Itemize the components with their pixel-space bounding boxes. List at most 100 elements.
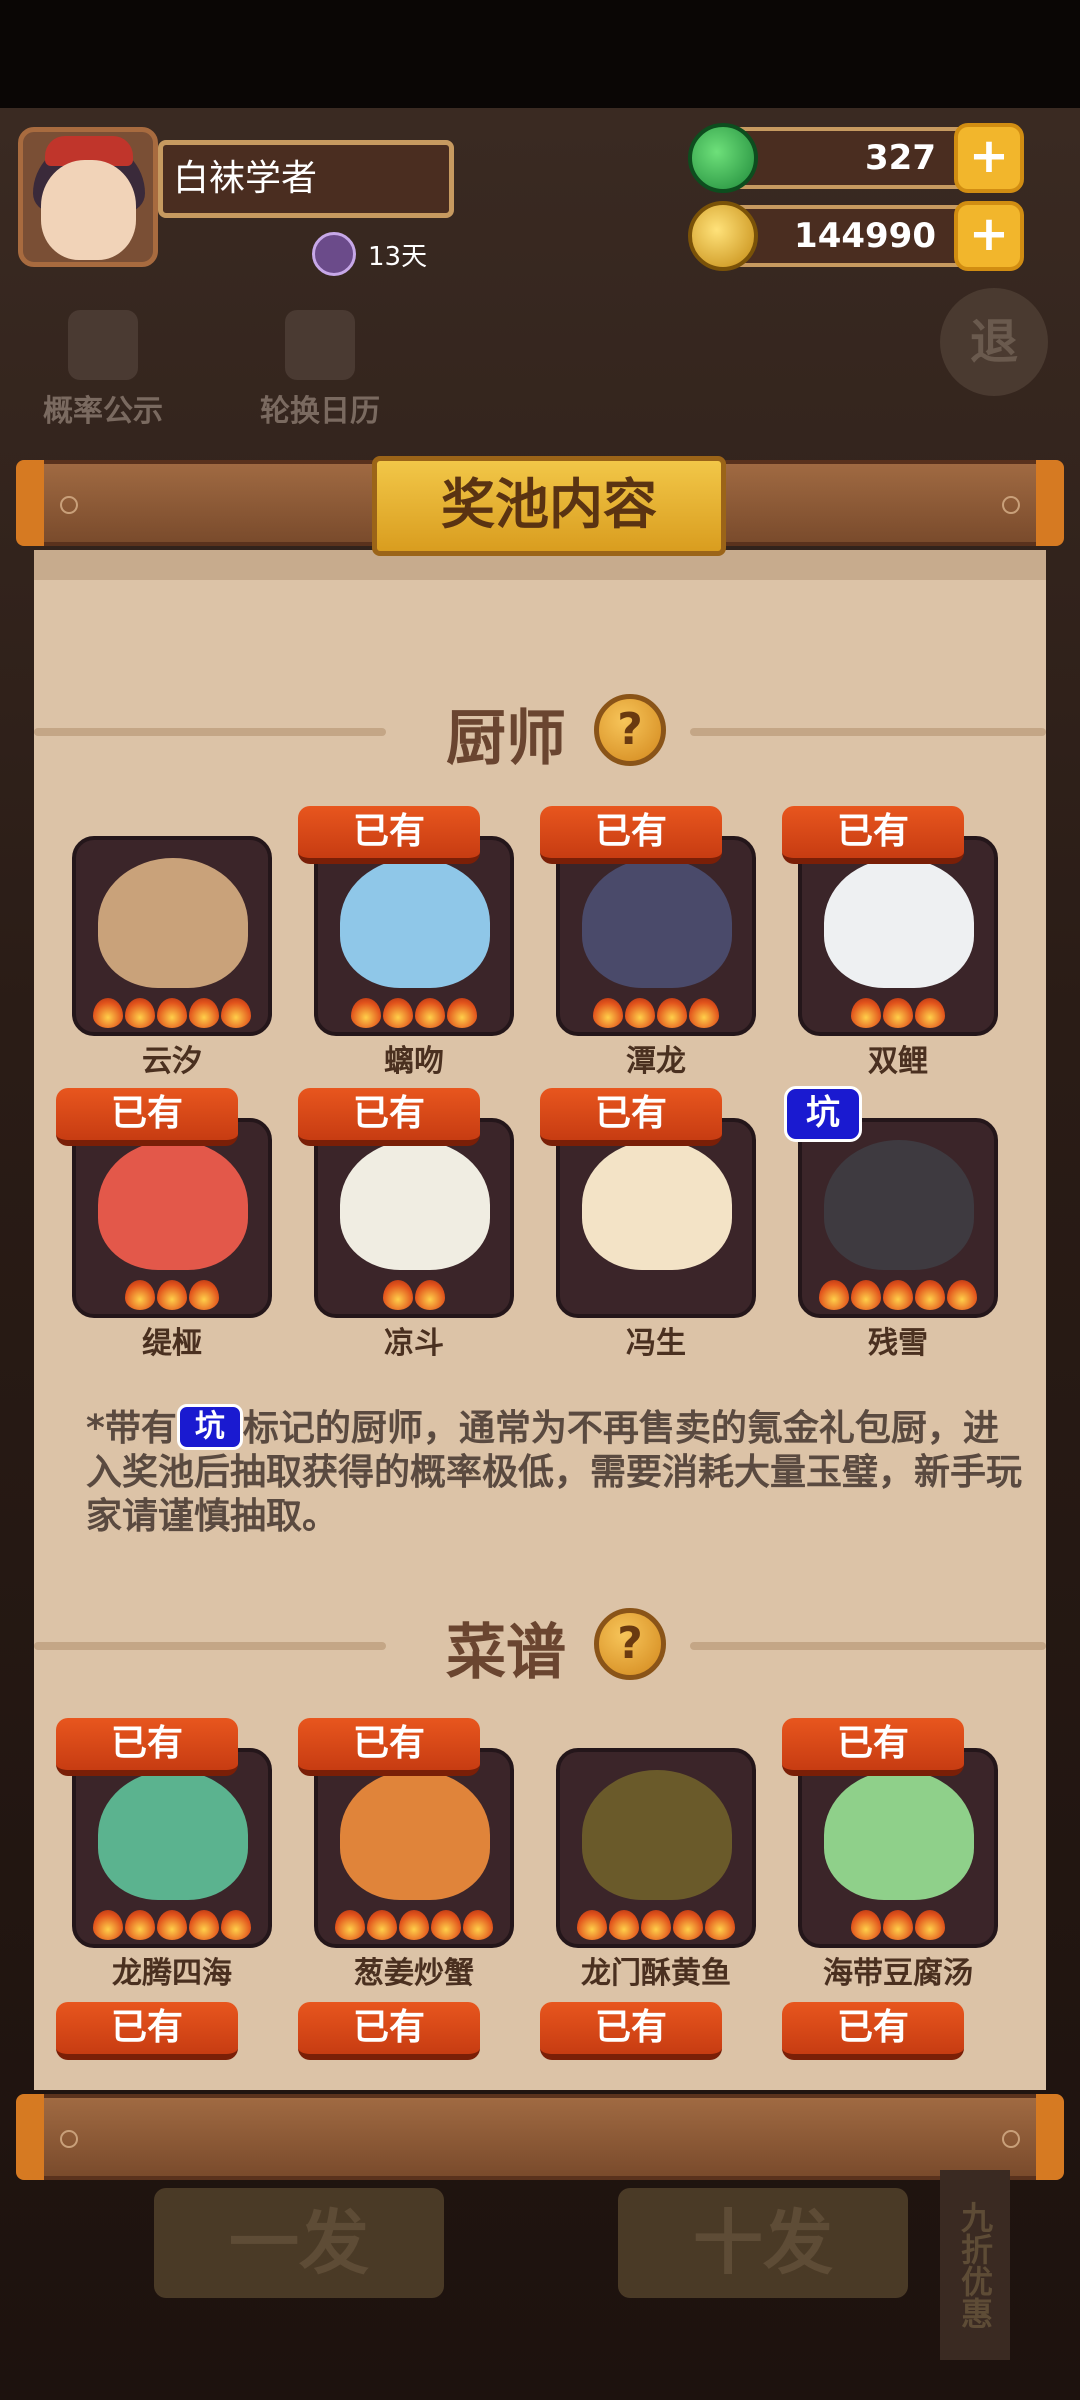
player-name[interactable]: 白袜学者 [158,140,454,218]
gold-coin-icon [688,201,758,271]
recipe-card[interactable] [556,1748,756,1948]
chef-card[interactable] [72,836,272,1036]
flame-icon [189,998,219,1028]
rarity-flames [560,998,752,1028]
recipes-help-button[interactable]: ? [594,1608,666,1680]
rarity-flames [76,998,268,1028]
flame-icon [463,1910,493,1940]
flame-icon [447,998,477,1028]
divider-line [34,1642,386,1650]
flame-icon [125,1280,155,1310]
chef-name: 缇桠 [142,1326,202,1361]
flame-icon [625,998,655,1028]
recipe-card[interactable] [72,1748,272,1948]
recipe-art [824,1770,974,1900]
chef-card[interactable] [314,836,514,1036]
plank-rivet [1002,2130,1020,2148]
chefs-help-button[interactable]: ? [594,694,666,766]
flame-icon [915,1280,945,1310]
plank-rivet [60,2130,78,2148]
single-draw-button: 一发 [154,2188,444,2298]
chefs-section-header: 厨师 ? [34,690,1046,774]
gold-value: 144990 [794,216,936,256]
owned-badge: 已有 [56,1718,238,1776]
add-jade-button[interactable]: + [954,123,1024,193]
chef-card[interactable] [314,1118,514,1318]
flame-icon [851,1910,881,1940]
player-avatar[interactable] [18,127,158,267]
flame-icon [93,1910,123,1940]
divider-line [690,1642,1046,1650]
chef-art [824,1140,974,1270]
recipe-name: 龙门酥黄鱼 [581,1956,731,1991]
probability-menu: 概率公示 [28,310,178,430]
chef-name: 凉斗 [384,1326,444,1361]
plank-rivet [60,496,78,514]
divider-line [690,728,1046,736]
chef-name: 残雪 [868,1326,928,1361]
chef-name: 螭吻 [384,1044,444,1079]
flame-icon [189,1280,219,1310]
status-bar-area [0,0,1080,110]
ten-draw-button: 十发 [618,2188,908,2298]
flame-icon [641,1910,671,1940]
plank-cap-right [1036,2094,1064,2180]
owned-badge: 已有 [298,2002,480,2060]
flame-icon [673,1910,703,1940]
note-prefix: *带有 [86,1408,177,1449]
exit-button: 退 [940,288,1048,396]
flame-icon [383,1280,413,1310]
owned-badge: 已有 [56,1088,238,1146]
flame-icon [125,998,155,1028]
rarity-flames [802,1280,994,1310]
chef-name: 双鲤 [868,1044,928,1079]
chef-card[interactable] [72,1118,272,1318]
add-gold-button[interactable]: + [954,201,1024,271]
chef-card[interactable] [798,836,998,1036]
divider-line [34,728,386,736]
chef-name: 云汐 [142,1044,202,1079]
pool-content-panel[interactable]: 厨师 ? 云汐 螭吻 已有 潭龙 已有 双鲤 已有 缇桠 已有 凉斗 已有 冯生 已有 残雪坑 *带有坑标… [34,550,1046,2090]
probability-label: 概率公示 [43,394,163,429]
flame-icon [883,998,913,1028]
owned-badge: 已有 [298,806,480,864]
flame-icon [657,998,687,1028]
flame-icon [851,1280,881,1310]
flame-icon [157,1280,187,1310]
jade-counter: 327 + [688,123,1024,193]
flame-icon [577,1910,607,1940]
recipe-name: 龙腾四海 [112,1956,232,1991]
recipe-name: 葱姜炒蟹 [354,1956,474,1991]
gold-counter: 144990 + [688,201,1024,271]
rarity-flames [318,998,510,1028]
plank-cap-left [16,460,44,546]
flame-icon [221,998,251,1028]
avatar-face [41,160,136,260]
flame-icon [415,998,445,1028]
owned-badge: 已有 [782,806,964,864]
recipe-card[interactable] [314,1748,514,1948]
owned-badge: 已有 [298,1088,480,1146]
streak-text: 13天 [368,241,428,272]
flame-icon [367,1910,397,1940]
rarity-flames [76,1280,268,1310]
calendar-label: 轮换日历 [260,394,380,429]
flame-icon [915,1910,945,1940]
chef-card[interactable] [798,1118,998,1318]
flame-icon [593,998,623,1028]
owned-badge: 已有 [540,2002,722,2060]
chef-card[interactable] [556,1118,756,1318]
flame-icon [915,998,945,1028]
flame-icon [157,998,187,1028]
recipe-card[interactable] [798,1748,998,1948]
flame-icon [383,998,413,1028]
flame-icon [157,1910,187,1940]
percent-gear-icon [68,310,138,380]
plank-cap-left [16,2094,44,2180]
owned-badge: 已有 [56,2002,238,2060]
flame-icon [883,1910,913,1940]
flame-icon [705,1910,735,1940]
flame-icon [609,1910,639,1940]
flame-icon [351,998,381,1028]
chef-card[interactable] [556,836,756,1036]
